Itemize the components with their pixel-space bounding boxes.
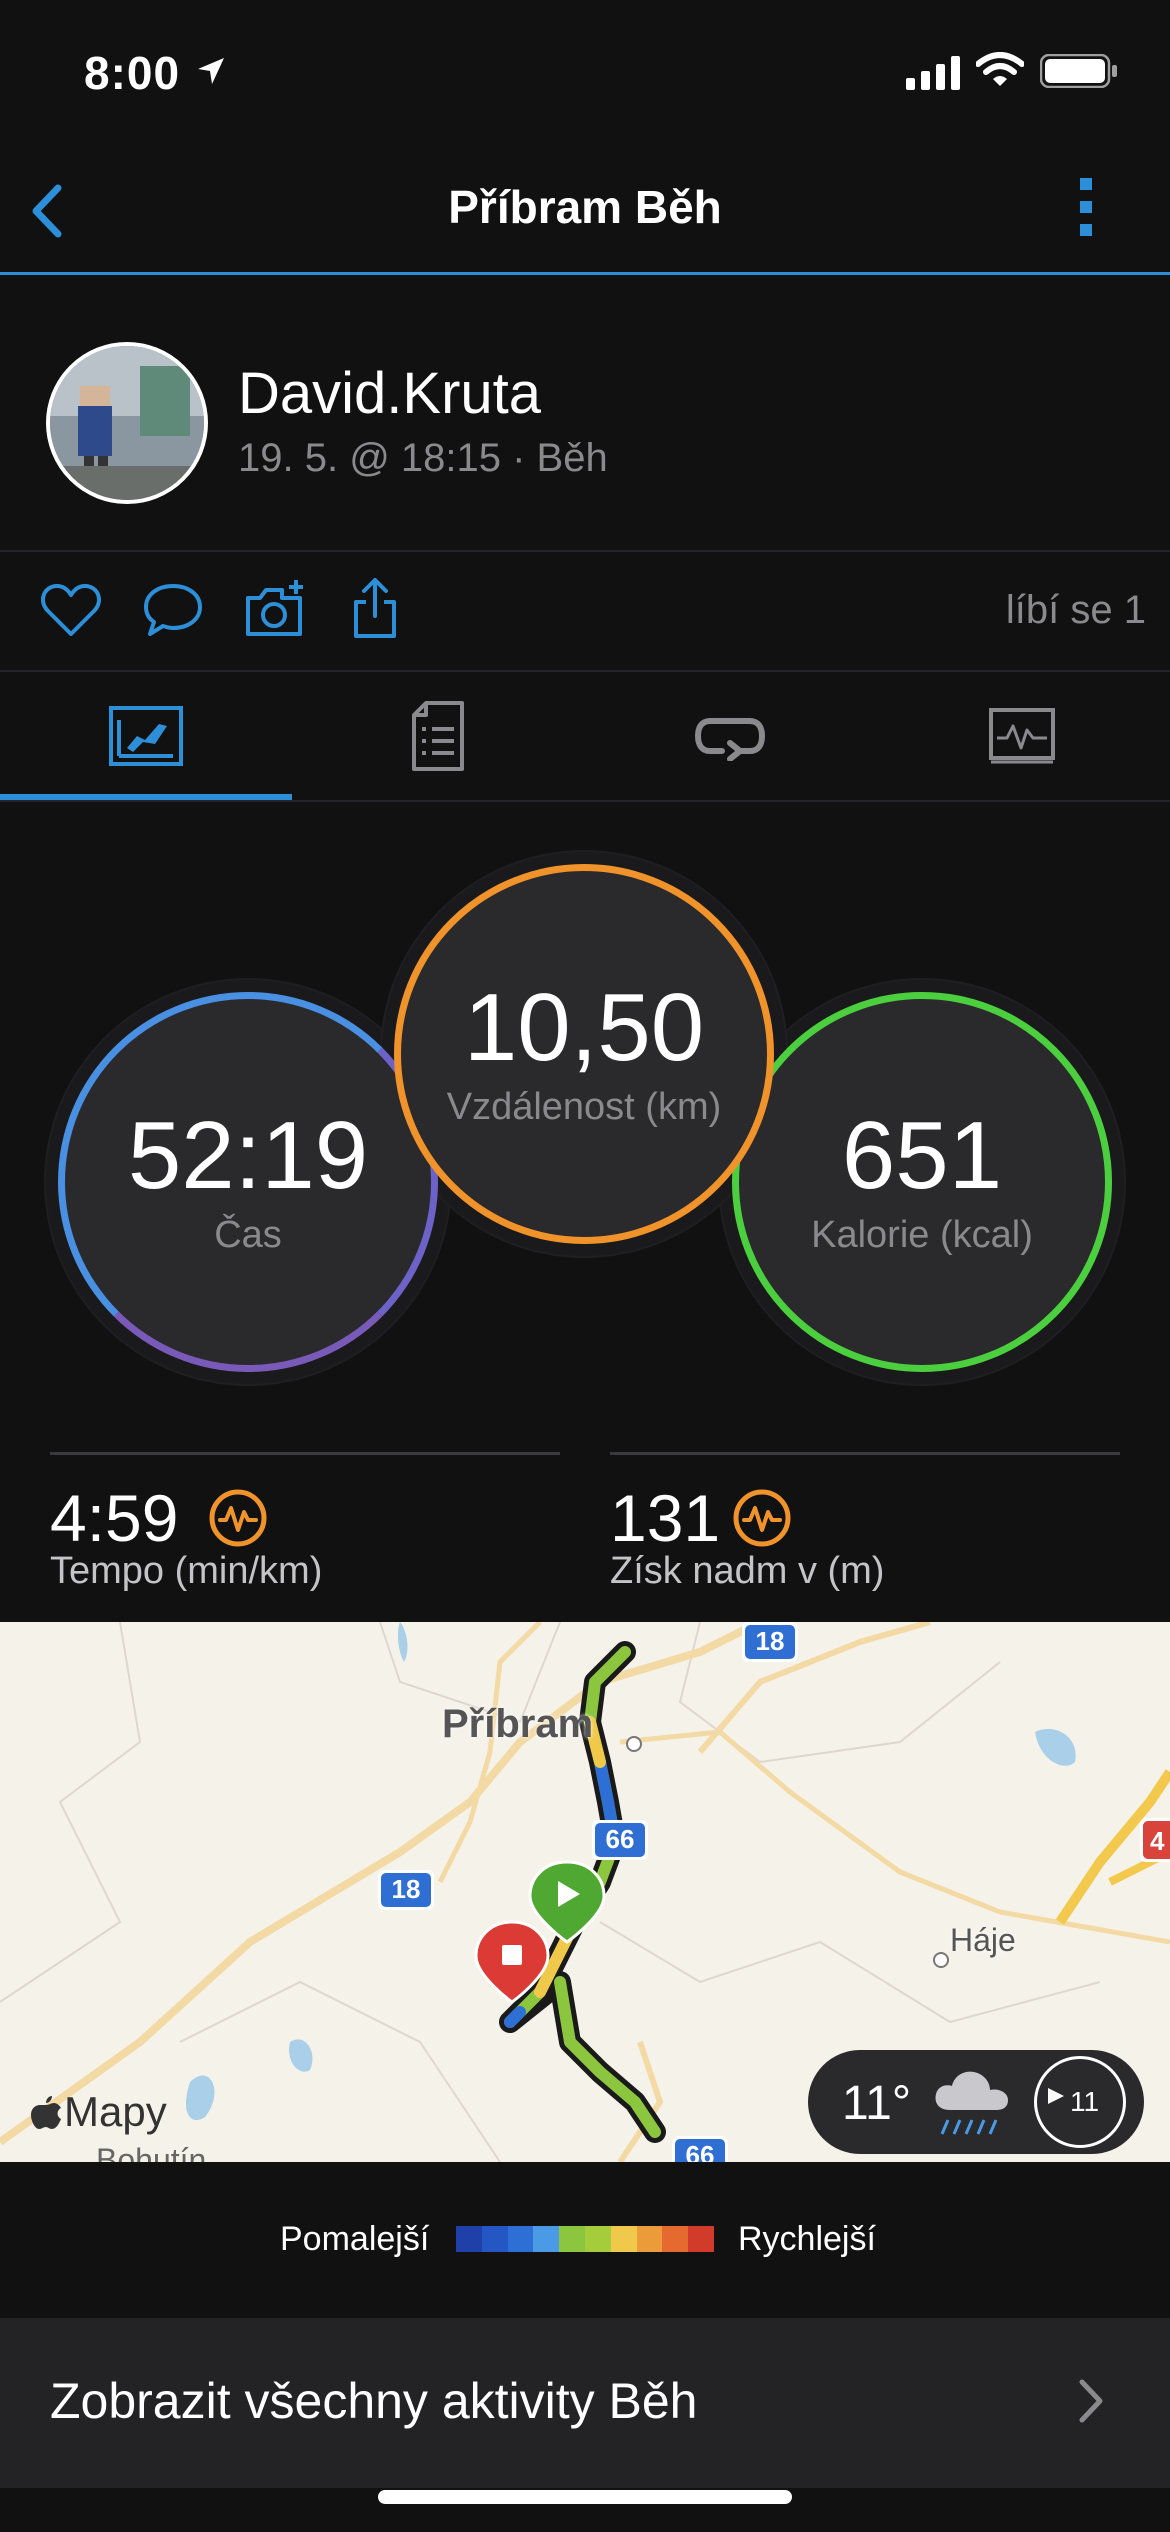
wifi-icon bbox=[976, 52, 1024, 86]
road-number: 18 bbox=[391, 1874, 421, 1904]
pace-color-legend bbox=[456, 2226, 714, 2252]
home-indicator[interactable] bbox=[378, 2490, 792, 2504]
status-time: 8:00 bbox=[84, 47, 181, 99]
legend-slower-label: Pomalejší bbox=[280, 2220, 430, 2258]
place-label-bohutin: Bohutín bbox=[96, 2142, 207, 2162]
road-number: 18 bbox=[755, 1626, 785, 1656]
stat-divider bbox=[610, 1452, 1120, 1455]
calories-ring[interactable]: 651 Kalorie (kcal) bbox=[732, 992, 1112, 1372]
calories-label: Kalorie (kcal) bbox=[811, 1213, 1033, 1256]
cellular-signal-icon bbox=[906, 56, 960, 90]
laps-icon bbox=[694, 718, 766, 761]
weather-badge[interactable]: 11° 11 bbox=[808, 2050, 1144, 2154]
wind-direction-icon bbox=[1048, 2088, 1064, 2104]
activity-meta: 19. 5. @ 18:15 · Běh bbox=[238, 436, 608, 480]
more-options-icon[interactable] bbox=[1068, 172, 1104, 242]
overview-icon bbox=[109, 706, 183, 766]
likes-count[interactable]: líbí se 1 bbox=[1006, 588, 1146, 633]
time-ring[interactable]: 52:19 Čas bbox=[58, 992, 438, 1372]
like-heart-icon[interactable] bbox=[40, 580, 102, 640]
location-arrow-icon bbox=[198, 58, 224, 84]
avatar[interactable] bbox=[46, 342, 208, 504]
chevron-right-icon[interactable] bbox=[1076, 2378, 1106, 2424]
comment-icon[interactable] bbox=[142, 580, 204, 640]
calories-value: 651 bbox=[841, 1101, 1003, 1209]
elevation-label: Získ nadm v (m) bbox=[610, 1550, 885, 1592]
apple-logo-icon bbox=[31, 2096, 61, 2129]
legend-faster-label: Rychlejší bbox=[738, 2220, 876, 2258]
garmin-insight-icon[interactable] bbox=[732, 1488, 792, 1548]
tab-charts[interactable] bbox=[876, 672, 1168, 800]
temperature: 11° bbox=[842, 2077, 912, 2130]
divider bbox=[0, 800, 1170, 802]
road-number: 4 bbox=[1150, 1826, 1165, 1856]
tab-overview[interactable] bbox=[0, 672, 292, 800]
rain-cloud-icon bbox=[935, 2071, 1008, 2135]
username[interactable]: David.Kruta bbox=[238, 360, 541, 427]
road-number: 66 bbox=[685, 2140, 715, 2162]
distance-label: Vzdálenost (km) bbox=[446, 1085, 722, 1128]
tab-laps[interactable] bbox=[584, 672, 876, 800]
share-icon[interactable] bbox=[350, 576, 400, 640]
pace-value: 4:59 bbox=[50, 1481, 179, 1555]
stat-divider bbox=[50, 1452, 560, 1455]
time-value: 52:19 bbox=[127, 1101, 369, 1209]
garmin-insight-icon[interactable] bbox=[208, 1488, 268, 1548]
battery-icon bbox=[1040, 54, 1117, 88]
page-title: Příbram Běh bbox=[448, 181, 722, 233]
all-activities-label[interactable]: Zobrazit všechny aktivity Běh bbox=[50, 2372, 698, 2430]
charts-icon bbox=[989, 708, 1055, 764]
place-label-pribram: Příbram bbox=[442, 1702, 594, 1746]
details-icon bbox=[412, 701, 464, 771]
distance-value: 10,50 bbox=[463, 973, 705, 1081]
maps-attribution: Mapy bbox=[64, 2088, 167, 2135]
add-photo-camera-icon[interactable] bbox=[244, 580, 308, 640]
distance-ring[interactable]: 10,50 Vzdálenost (km) bbox=[394, 864, 774, 1244]
time-label: Čas bbox=[214, 1213, 282, 1256]
tab-details[interactable] bbox=[292, 672, 584, 800]
wind-speed: 11 bbox=[1070, 2086, 1100, 2117]
elevation-value: 131 bbox=[610, 1481, 721, 1555]
place-label-haje: Háje bbox=[950, 1922, 1016, 1958]
pace-label: Tempo (min/km) bbox=[50, 1550, 323, 1592]
divider bbox=[0, 550, 1170, 552]
road-number: 66 bbox=[605, 1824, 635, 1854]
